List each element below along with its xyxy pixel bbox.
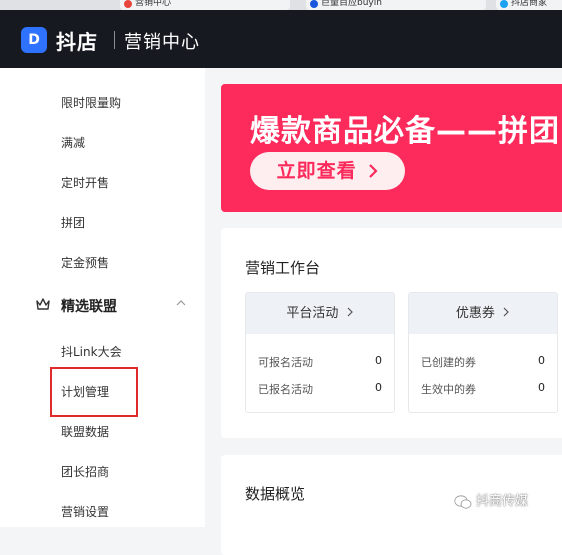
chevron-up-icon[interactable] — [176, 300, 186, 306]
sidebar-item-alliance-data[interactable]: 联盟数据 — [61, 423, 109, 440]
sidebar-item-limited-time-purchase[interactable]: 限时限量购 — [61, 94, 121, 111]
stat-row: 可报名活动 0 — [258, 354, 382, 369]
stat-row: 已创建的券 0 — [421, 354, 545, 369]
chevron-right-icon — [503, 307, 509, 317]
workbench-title: 营销工作台 — [245, 259, 321, 277]
stat-row: 生效中的券 0 — [421, 381, 545, 396]
browser-tab[interactable]: 营销中心 — [120, 0, 290, 10]
platform-activity-link[interactable]: 平台活动 — [246, 293, 394, 334]
platform-activity-card: 平台活动 可报名活动 0 已报名活动 0 — [245, 292, 395, 413]
app-icon — [124, 0, 132, 8]
overview-title: 数据概览 — [245, 485, 306, 503]
twitter-icon — [500, 0, 508, 8]
sidebar-group-selected-alliance[interactable]: 精选联盟 — [36, 296, 196, 316]
coupon-card: 优惠券 已创建的券 0 生效中的券 0 — [408, 292, 558, 413]
marketing-workbench-card: 营销工作台 平台活动 可报名活动 0 已报名活动 0 优惠券 已创建的券 0 生… — [221, 228, 562, 438]
coupon-link[interactable]: 优惠券 — [409, 293, 557, 334]
sidebar-item-full-reduction[interactable]: 满减 — [61, 134, 85, 151]
sidebar-item-marketing-settings[interactable]: 营销设置 — [61, 503, 109, 520]
page-section-title: 营销中心 — [124, 32, 200, 53]
top-navigation-bar: D 抖店 营销中心 — [0, 10, 562, 68]
browser-tab[interactable]: 巨量百应buyin — [306, 0, 486, 10]
chevron-right-icon — [347, 307, 353, 317]
browser-tab-strip: 营销中心 巨量百应buyin 抖店商家 — [0, 0, 562, 10]
highlight-annotation-box — [50, 367, 138, 417]
sidebar-item-doulink-conference[interactable]: 抖Link大会 — [61, 343, 122, 360]
banner-view-now-button[interactable]: 立即查看 — [250, 152, 405, 190]
sidebar-item-deposit-presale[interactable]: 定金预售 — [61, 254, 109, 271]
chevron-right-icon — [369, 164, 378, 178]
globe-icon — [310, 0, 318, 8]
watermark: 抖商传媒 — [454, 490, 528, 510]
sidebar-group-label: 精选联盟 — [61, 299, 117, 315]
banner-title: 爆款商品必备——拼团 — [250, 114, 560, 149]
wechat-icon — [454, 494, 472, 509]
sidebar-item-group-buy[interactable]: 拼团 — [61, 214, 85, 231]
header-divider — [114, 31, 115, 49]
promo-banner[interactable]: 爆款商品必备——拼团 立即查看 — [221, 84, 562, 212]
logo-icon[interactable]: D — [21, 27, 47, 53]
stat-row: 已报名活动 0 — [258, 381, 382, 396]
crown-icon — [36, 298, 50, 310]
main-content: 爆款商品必备——拼团 立即查看 营销工作台 平台活动 可报名活动 0 已报名活动… — [205, 68, 562, 555]
browser-tab[interactable]: 抖店商家 — [496, 0, 562, 10]
sidebar-item-scheduled-sale[interactable]: 定时开售 — [61, 174, 109, 191]
sidebar: 限时限量购 满减 定时开售 拼团 定金预售 精选联盟 抖Link大会 计划管理 … — [0, 68, 205, 527]
brand-name[interactable]: 抖店 — [56, 26, 98, 55]
sidebar-item-leader-recruitment[interactable]: 团长招商 — [61, 463, 109, 480]
